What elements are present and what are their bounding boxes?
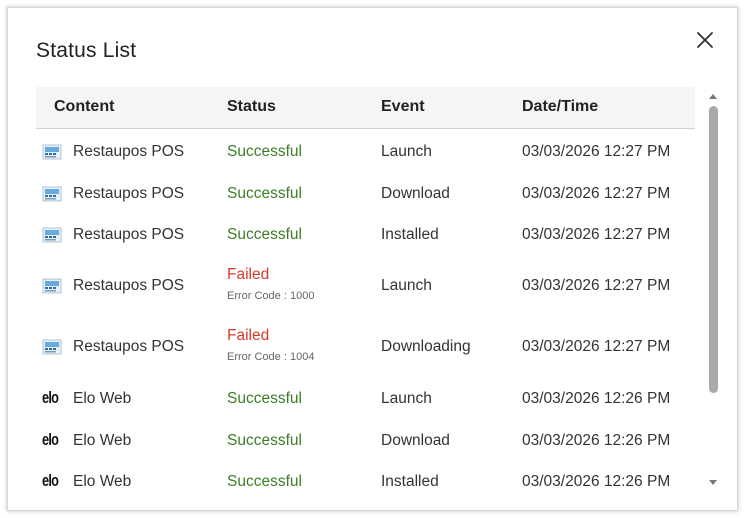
status-text: Successful <box>227 432 302 449</box>
restaupos-app-icon <box>42 143 62 161</box>
column-header-content[interactable]: Content <box>54 98 114 116</box>
cell-datetime: 03/03/2026 12:27 PM <box>522 185 671 202</box>
restaupos-app-icon <box>42 338 62 356</box>
scroll-up-arrow-icon[interactable] <box>709 94 717 99</box>
cell-content: Elo Web <box>73 473 132 490</box>
status-table: Content Status Event Date/Time Restaupos… <box>36 87 695 507</box>
cell-content: Restaupos POS <box>73 277 185 294</box>
cell-event: Download <box>381 185 450 202</box>
error-code: Error Code : 1000 <box>227 290 315 302</box>
elo-logo-icon: elo <box>42 471 59 490</box>
cell-content: Restaupos POS <box>73 185 185 202</box>
cell-content: Elo Web <box>73 432 132 449</box>
status-text: Failed <box>227 327 270 344</box>
status-text: Successful <box>227 390 302 407</box>
column-header-datetime[interactable]: Date/Time <box>522 98 598 116</box>
restaupos-app-icon <box>42 226 62 244</box>
cell-datetime: 03/03/2026 12:27 PM <box>522 338 671 355</box>
column-header-event[interactable]: Event <box>381 98 425 116</box>
error-code: Error Code : 1004 <box>227 351 315 363</box>
elo-logo-icon: elo <box>42 430 59 449</box>
cell-event: Installed <box>381 473 439 490</box>
status-text: Failed <box>227 266 270 283</box>
status-text: Successful <box>227 473 302 490</box>
cell-event: Downloading <box>381 338 471 355</box>
cell-event: Launch <box>381 390 432 407</box>
cell-datetime: 03/03/2026 12:26 PM <box>522 390 671 407</box>
vertical-scrollbar[interactable] <box>705 92 721 487</box>
cell-datetime: 03/03/2026 12:27 PM <box>522 226 671 243</box>
cell-event: Launch <box>381 277 432 294</box>
cell-event: Download <box>381 432 450 449</box>
restaupos-app-icon <box>42 277 62 295</box>
status-text: Successful <box>227 226 302 243</box>
cell-content: Restaupos POS <box>73 338 185 355</box>
column-header-status[interactable]: Status <box>227 98 276 116</box>
close-icon <box>697 32 713 48</box>
status-list-dialog: Status List Content Status Event Date/Ti… <box>7 7 738 511</box>
cell-datetime: 03/03/2026 12:26 PM <box>522 473 671 490</box>
elo-logo-icon: elo <box>42 388 59 407</box>
cell-content: Elo Web <box>73 390 132 407</box>
close-button[interactable] <box>694 29 716 51</box>
cell-datetime: 03/03/2026 12:26 PM <box>522 432 671 449</box>
dialog-title: Status List <box>36 39 137 62</box>
status-text: Successful <box>227 185 302 202</box>
table-header: Content Status Event Date/Time <box>36 87 695 129</box>
cell-datetime: 03/03/2026 12:27 PM <box>522 143 671 160</box>
cell-event: Launch <box>381 143 432 160</box>
scroll-down-arrow-icon[interactable] <box>709 480 717 485</box>
scrollbar-thumb[interactable] <box>709 106 718 393</box>
restaupos-app-icon <box>42 185 62 203</box>
cell-content: Restaupos POS <box>73 143 185 160</box>
status-text: Successful <box>227 143 302 160</box>
cell-datetime: 03/03/2026 12:27 PM <box>522 277 671 294</box>
cell-event: Installed <box>381 226 439 243</box>
cell-content: Restaupos POS <box>73 226 185 243</box>
